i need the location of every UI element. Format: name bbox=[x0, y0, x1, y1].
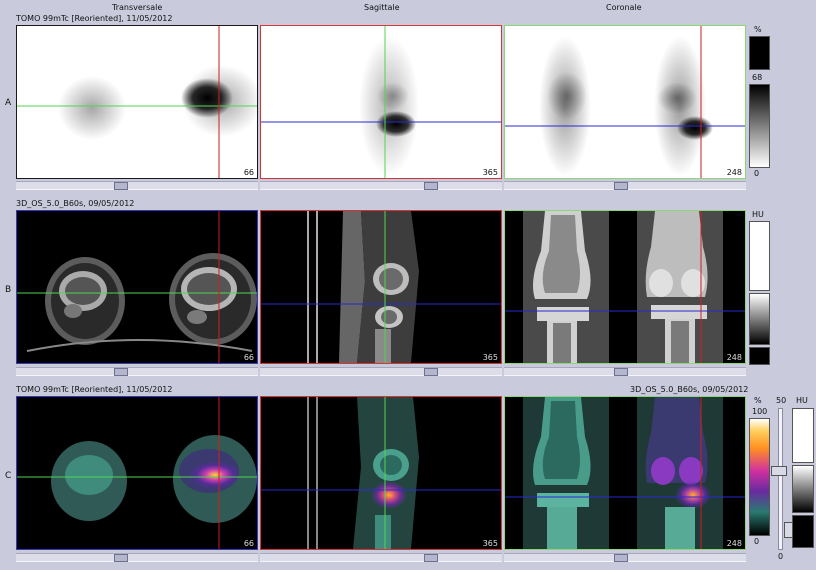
row-a-colorbar-max: 68 bbox=[752, 73, 763, 82]
row-b-colorbar-bottom-block bbox=[749, 347, 770, 365]
row-a-coronal-slice-number: 248 bbox=[726, 168, 742, 177]
row-c-transversal-image bbox=[17, 397, 257, 549]
row-b-sagittal-viewport[interactable]: 365 bbox=[260, 210, 502, 364]
scrollbar-thumb[interactable] bbox=[114, 182, 128, 190]
row-a-coronal-viewport[interactable]: 248 bbox=[504, 25, 746, 179]
row-c-coronal-viewport[interactable]: 248 bbox=[504, 396, 746, 550]
row-a-colorbar-top-block bbox=[749, 36, 770, 70]
row-c-hu-colorbar-unit: HU bbox=[796, 396, 808, 405]
row-a-transversal-scrollbar[interactable] bbox=[16, 181, 258, 190]
scrollbar-thumb[interactable] bbox=[614, 368, 628, 376]
row-b-sagittal-slice-number: 365 bbox=[482, 353, 498, 362]
row-b-coronal-image bbox=[505, 211, 745, 363]
row-b-transversal-scrollbar[interactable] bbox=[16, 367, 258, 376]
row-b-coronal-slice-number: 248 bbox=[726, 353, 742, 362]
row-a-coronal-scrollbar[interactable] bbox=[504, 181, 746, 190]
row-c-hu-colorbar-top-block bbox=[792, 408, 814, 463]
row-c-sagittal-scrollbar[interactable] bbox=[260, 553, 502, 562]
row-b-colorbar-top-block bbox=[749, 221, 770, 291]
row-c-label: C bbox=[5, 471, 12, 481]
row-b-series-title: 3D_OS_5.0_B60s, 09/05/2012 bbox=[16, 199, 135, 208]
row-c-overlay-series-title: 3D_OS_5.0_B60s, 09/05/2012 bbox=[630, 385, 749, 394]
row-b-transversal-viewport[interactable]: 66 bbox=[16, 210, 258, 364]
row-c-transversal-viewport[interactable]: 66 bbox=[16, 396, 258, 550]
blend-slider-track[interactable] bbox=[778, 408, 783, 550]
column-header-sagittal: Sagittale bbox=[364, 3, 400, 12]
row-b-transversal-image bbox=[17, 211, 257, 363]
scrollbar-thumb[interactable] bbox=[424, 554, 438, 562]
row-c-coronal-image bbox=[505, 397, 745, 549]
column-header-transversal: Transversale bbox=[112, 3, 163, 12]
row-c-sagittal-viewport[interactable]: 365 bbox=[260, 396, 502, 550]
row-a-sagittal-viewport[interactable]: 365 bbox=[260, 25, 502, 179]
scrollbar-thumb[interactable] bbox=[114, 368, 128, 376]
scrollbar-thumb[interactable] bbox=[424, 182, 438, 190]
column-header-coronal: Coronale bbox=[606, 3, 642, 12]
row-c-sagittal-image bbox=[261, 397, 501, 549]
row-a-colorbar-min: 0 bbox=[754, 169, 760, 178]
scrollbar-thumb[interactable] bbox=[614, 182, 628, 190]
row-c-transversal-slice-number: 66 bbox=[243, 539, 254, 548]
row-c-coronal-slice-number: 248 bbox=[726, 539, 742, 548]
blend-slider-label: 50 bbox=[776, 396, 787, 405]
row-b-transversal-slice-number: 66 bbox=[243, 353, 254, 362]
row-a-coronal-image bbox=[505, 26, 745, 178]
row-c-colorbar-unit: % bbox=[754, 396, 762, 405]
row-b-colorbar-unit: HU bbox=[752, 210, 764, 219]
row-c-hu-colorbar-bottom-block bbox=[792, 515, 814, 548]
row-a-transversal-slice-number: 66 bbox=[243, 168, 254, 177]
row-c-colorbar[interactable] bbox=[749, 418, 770, 536]
row-b-sagittal-scrollbar[interactable] bbox=[260, 367, 502, 376]
row-c-coronal-scrollbar[interactable] bbox=[504, 553, 746, 562]
row-a-sagittal-slice-number: 365 bbox=[482, 168, 498, 177]
scrollbar-thumb[interactable] bbox=[114, 554, 128, 562]
row-c-hu-colorbar[interactable] bbox=[792, 465, 814, 513]
blend-slider-handle[interactable] bbox=[771, 466, 787, 476]
row-b-sagittal-image bbox=[261, 211, 501, 363]
row-a-colorbar[interactable] bbox=[749, 84, 770, 168]
row-a-sagittal-scrollbar[interactable] bbox=[260, 181, 502, 190]
row-c-transversal-scrollbar[interactable] bbox=[16, 553, 258, 562]
row-b-colorbar[interactable] bbox=[749, 293, 770, 345]
row-a-series-title: TOMO 99mTc [Reoriented], 11/05/2012 bbox=[16, 14, 173, 23]
scrollbar-thumb[interactable] bbox=[424, 368, 438, 376]
row-a-label: A bbox=[5, 98, 12, 108]
row-a-sagittal-image bbox=[261, 26, 501, 178]
scrollbar-thumb[interactable] bbox=[614, 554, 628, 562]
row-c-sagittal-slice-number: 365 bbox=[482, 539, 498, 548]
row-c-hu-colorbar-min: 0 bbox=[778, 552, 784, 561]
row-a-transversal-viewport[interactable]: 66 bbox=[16, 25, 258, 179]
row-c-colorbar-max: 100 bbox=[752, 407, 768, 416]
row-b-coronal-viewport[interactable]: 248 bbox=[504, 210, 746, 364]
row-b-label: B bbox=[5, 285, 12, 295]
row-b-coronal-scrollbar[interactable] bbox=[504, 367, 746, 376]
row-a-colorbar-unit: % bbox=[754, 25, 762, 34]
row-a-transversal-image bbox=[17, 26, 257, 178]
row-c-series-title: TOMO 99mTc [Reoriented], 11/05/2012 bbox=[16, 385, 173, 394]
row-c-colorbar-min: 0 bbox=[754, 537, 760, 546]
